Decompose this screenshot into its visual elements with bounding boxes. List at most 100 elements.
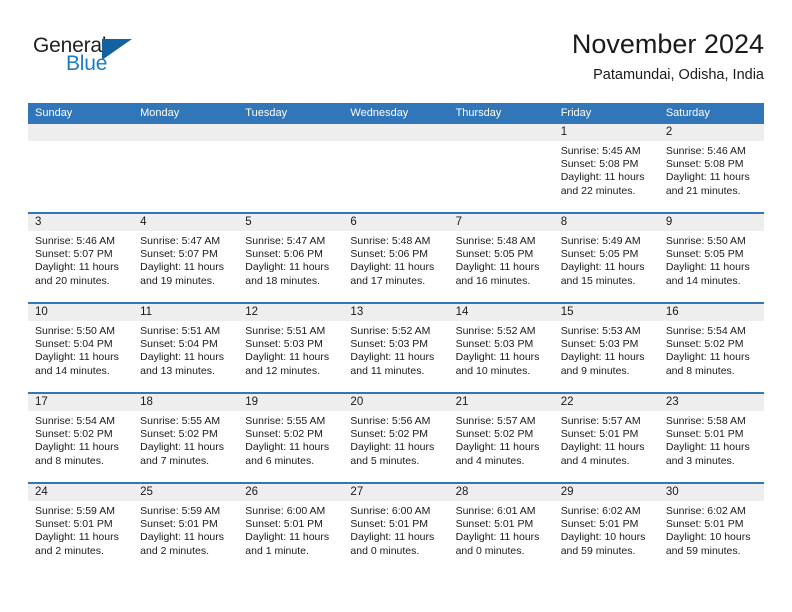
calendar-day-cell[interactable]: 27 Sunrise: 6:00 AM Sunset: 5:01 PM Dayligh…	[343, 482, 449, 572]
day-details: Sunrise: 5:45 AM Sunset: 5:08 PM Daylight:…	[554, 141, 659, 198]
day-details: Sunrise: 5:46 AM Sunset: 5:07 PM Daylight:…	[28, 231, 133, 288]
day-details: Sunrise: 5:48 AM Sunset: 5:05 PM Daylight:…	[449, 231, 554, 288]
day-number: 28	[448, 484, 554, 501]
daylight-text: Daylight: 11 hours and 18 minutes.	[245, 261, 330, 287]
day-number: 11	[133, 304, 239, 321]
sunrise-text: Sunrise: 5:52 AM	[455, 325, 536, 337]
calendar-day-cell[interactable]: 2 Sunrise: 5:46 AM Sunset: 5:08 PM Daylight…	[658, 124, 764, 213]
sunrise-text: Sunrise: 5:47 AM	[140, 235, 221, 247]
sunrise-text: Sunrise: 5:46 AM	[35, 235, 115, 247]
day-number	[28, 124, 134, 141]
day-details: Sunrise: 5:57 AM Sunset: 5:01 PM Daylight:…	[554, 411, 659, 468]
calendar-day-cell[interactable]: 4 Sunrise: 5:47 AM Sunset: 5:07 PM Daylight…	[133, 212, 239, 303]
day-number: 17	[28, 394, 134, 411]
calendar-day-cell[interactable]: 11 Sunrise: 5:51 AM Sunset: 5:04 PM Dayligh…	[133, 302, 239, 393]
day-details: Sunrise: 5:57 AM Sunset: 5:02 PM Daylight:…	[449, 411, 554, 468]
sunset-text: Sunset: 5:07 PM	[140, 248, 218, 261]
day-number: 5	[238, 214, 344, 231]
general-blue-logo[interactable]: General Blue	[33, 34, 223, 86]
daylight-text: Daylight: 11 hours and 8 minutes.	[35, 441, 119, 467]
calendar-day-cell[interactable]: 6 Sunrise: 5:48 AM Sunset: 5:06 PM Daylight…	[343, 212, 449, 303]
daylight-text: Daylight: 11 hours and 2 minutes.	[140, 531, 224, 557]
sunrise-text: Sunrise: 5:49 AM	[560, 235, 641, 247]
calendar-day-cell[interactable]: 15 Sunrise: 5:53 AM Sunset: 5:03 PM Dayligh…	[553, 302, 659, 393]
sunset-text: Sunset: 5:02 PM	[140, 428, 218, 441]
sunrise-text: Sunrise: 5:54 AM	[35, 415, 115, 427]
calendar-day-cell[interactable]: 19 Sunrise: 5:55 AM Sunset: 5:02 PM Dayligh…	[238, 392, 344, 483]
day-details: Sunrise: 5:53 AM Sunset: 5:03 PM Daylight:…	[554, 321, 659, 378]
sunset-text: Sunset: 5:08 PM	[665, 158, 744, 171]
sunrise-text: Sunrise: 5:51 AM	[140, 325, 221, 337]
page-title: November 2024	[571, 29, 764, 59]
sunset-text: Sunset: 5:07 PM	[35, 248, 113, 261]
calendar-day-cell-empty	[28, 124, 134, 213]
weekday-header-thursday: Thursday	[448, 103, 554, 124]
calendar-day-cell[interactable]: 23 Sunrise: 5:58 AM Sunset: 5:01 PM Dayligh…	[658, 392, 764, 483]
calendar-day-cell[interactable]: 29 Sunrise: 6:02 AM Sunset: 5:01 PM Dayligh…	[553, 482, 659, 572]
day-number: 20	[343, 394, 449, 411]
daylight-text: Daylight: 11 hours and 22 minutes.	[560, 171, 645, 197]
day-number: 15	[553, 304, 659, 321]
calendar-day-cell[interactable]: 14 Sunrise: 5:52 AM Sunset: 5:03 PM Dayligh…	[448, 302, 554, 393]
daylight-text: Daylight: 11 hours and 4 minutes.	[455, 441, 540, 467]
sunset-text: Sunset: 5:01 PM	[560, 428, 639, 441]
day-details: Sunrise: 6:02 AM Sunset: 5:01 PM Daylight:…	[554, 501, 659, 558]
calendar-day-cell[interactable]: 3 Sunrise: 5:46 AM Sunset: 5:07 PM Daylight…	[28, 212, 134, 303]
day-number: 19	[238, 394, 344, 411]
sunrise-text: Sunrise: 5:51 AM	[245, 325, 326, 337]
daylight-text: Daylight: 11 hours and 21 minutes.	[665, 171, 750, 197]
calendar-day-cell[interactable]: 24 Sunrise: 5:59 AM Sunset: 5:01 PM Dayligh…	[28, 482, 134, 572]
calendar-day-cell-empty	[133, 124, 239, 213]
day-details: Sunrise: 5:47 AM Sunset: 5:07 PM Daylight:…	[133, 231, 238, 288]
daylight-text: Daylight: 11 hours and 14 minutes.	[665, 261, 750, 287]
sunrise-text: Sunrise: 5:48 AM	[455, 235, 536, 247]
calendar-day-cell[interactable]: 22 Sunrise: 5:57 AM Sunset: 5:01 PM Dayligh…	[553, 392, 659, 483]
calendar-week-row: 24 Sunrise: 5:59 AM Sunset: 5:01 PM Dayligh…	[28, 482, 764, 572]
sunrise-text: Sunrise: 5:57 AM	[455, 415, 536, 427]
day-number: 4	[133, 214, 239, 231]
day-details: Sunrise: 6:00 AM Sunset: 5:01 PM Daylight:…	[238, 501, 343, 558]
day-number: 16	[658, 304, 764, 321]
sunset-text: Sunset: 5:01 PM	[560, 518, 639, 531]
day-details: Sunrise: 5:47 AM Sunset: 5:06 PM Daylight:…	[238, 231, 343, 288]
calendar-day-cell[interactable]: 8 Sunrise: 5:49 AM Sunset: 5:05 PM Daylight…	[553, 212, 659, 303]
day-details: Sunrise: 5:59 AM Sunset: 5:01 PM Daylight:…	[133, 501, 238, 558]
calendar-day-cell[interactable]: 26 Sunrise: 6:00 AM Sunset: 5:01 PM Dayligh…	[238, 482, 344, 572]
sunrise-text: Sunrise: 5:52 AM	[350, 325, 431, 337]
calendar-day-cell[interactable]: 18 Sunrise: 5:55 AM Sunset: 5:02 PM Dayligh…	[133, 392, 239, 483]
calendar-day-cell[interactable]: 25 Sunrise: 5:59 AM Sunset: 5:01 PM Dayligh…	[133, 482, 239, 572]
day-details: Sunrise: 5:51 AM Sunset: 5:04 PM Daylight:…	[133, 321, 238, 378]
calendar-day-cell[interactable]: 20 Sunrise: 5:56 AM Sunset: 5:02 PM Dayligh…	[343, 392, 449, 483]
calendar-week-row: 10 Sunrise: 5:50 AM Sunset: 5:04 PM Dayligh…	[28, 302, 764, 393]
sunset-text: Sunset: 5:03 PM	[350, 338, 429, 351]
daylight-text: Daylight: 11 hours and 11 minutes.	[350, 351, 435, 377]
calendar-day-cell[interactable]: 21 Sunrise: 5:57 AM Sunset: 5:02 PM Dayligh…	[448, 392, 554, 483]
daylight-text: Daylight: 10 hours and 59 minutes.	[560, 531, 646, 557]
calendar-day-cell[interactable]: 10 Sunrise: 5:50 AM Sunset: 5:04 PM Dayligh…	[28, 302, 134, 393]
calendar-page: General Blue November 2024 Patamundai, O…	[0, 0, 792, 612]
weekday-header-sunday: Sunday	[28, 103, 134, 124]
day-number: 27	[343, 484, 449, 501]
calendar-day-cell[interactable]: 9 Sunrise: 5:50 AM Sunset: 5:05 PM Daylight…	[658, 212, 764, 303]
calendar-day-cell[interactable]: 13 Sunrise: 5:52 AM Sunset: 5:03 PM Dayligh…	[343, 302, 449, 393]
calendar-day-cell[interactable]: 30 Sunrise: 6:02 AM Sunset: 5:01 PM Dayligh…	[658, 482, 764, 572]
daylight-text: Daylight: 11 hours and 20 minutes.	[35, 261, 119, 287]
calendar-day-cell[interactable]: 16 Sunrise: 5:54 AM Sunset: 5:02 PM Dayligh…	[658, 302, 764, 393]
sunset-text: Sunset: 5:03 PM	[245, 338, 323, 351]
day-details: Sunrise: 5:50 AM Sunset: 5:04 PM Daylight:…	[28, 321, 133, 378]
calendar-day-cell[interactable]: 7 Sunrise: 5:48 AM Sunset: 5:05 PM Daylight…	[448, 212, 554, 303]
daylight-text: Daylight: 11 hours and 4 minutes.	[560, 441, 645, 467]
calendar-day-cell[interactable]: 1 Sunrise: 5:45 AM Sunset: 5:08 PM Daylight…	[553, 124, 659, 213]
day-details: Sunrise: 5:55 AM Sunset: 5:02 PM Daylight:…	[238, 411, 343, 468]
calendar-day-cell[interactable]: 12 Sunrise: 5:51 AM Sunset: 5:03 PM Dayligh…	[238, 302, 344, 393]
calendar-day-cell[interactable]: 17 Sunrise: 5:54 AM Sunset: 5:02 PM Dayligh…	[28, 392, 134, 483]
sunrise-text: Sunrise: 5:47 AM	[245, 235, 326, 247]
calendar-day-cell[interactable]: 5 Sunrise: 5:47 AM Sunset: 5:06 PM Daylight…	[238, 212, 344, 303]
sunset-text: Sunset: 5:01 PM	[245, 518, 323, 531]
sunrise-text: Sunrise: 5:45 AM	[560, 145, 641, 157]
calendar-day-cell[interactable]: 28 Sunrise: 6:01 AM Sunset: 5:01 PM Dayligh…	[448, 482, 554, 572]
sunrise-text: Sunrise: 5:48 AM	[350, 235, 431, 247]
sunset-text: Sunset: 5:03 PM	[455, 338, 534, 351]
day-number	[343, 124, 449, 141]
day-number: 25	[133, 484, 239, 501]
